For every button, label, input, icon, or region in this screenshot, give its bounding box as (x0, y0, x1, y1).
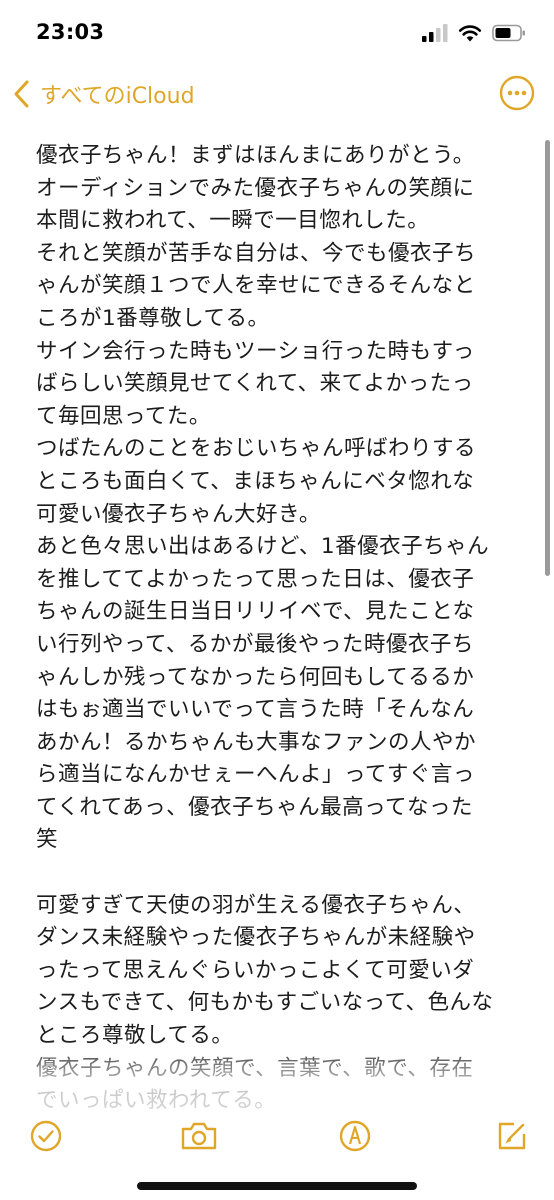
note-line: ところも面白くて、まほちゃんにベタ惚れな (36, 468, 475, 494)
compose-icon (498, 1122, 526, 1150)
nav-bar: すべてのiCloud (0, 72, 554, 124)
battery-icon (492, 24, 525, 42)
status-time: 23:03 (36, 20, 105, 44)
home-indicator (137, 1182, 417, 1190)
note-line: てくれてあっ、優衣子ちゃん最高ってなった (36, 794, 473, 820)
note-line: つばたんのことをおじいちゃん呼ばわりする (36, 436, 477, 462)
chevron-left-icon (14, 80, 29, 108)
status-bar: 23:03 (0, 0, 554, 70)
note-line: て毎回思ってた。 (36, 403, 211, 429)
back-button[interactable]: すべてのiCloud (12, 78, 195, 110)
note-line: ゃんが笑顔１つで人を幸せにできるそんなと (36, 273, 476, 299)
note-line: あかん！るかちゃんも大事なファンの人やか (36, 729, 477, 755)
back-label: すべてのiCloud (40, 84, 195, 109)
markup-button[interactable] (335, 1116, 375, 1156)
note-line: ゃんしか残ってなかったら何回もしてるるか (36, 664, 475, 690)
camera-icon (181, 1122, 217, 1150)
note-line: あと色々思い出はあるけど、1番優衣子ちゃん (36, 534, 490, 560)
note-line: ンスもできて、何もかもすごいなって、色んな (36, 990, 494, 1016)
bottom-toolbar (0, 1116, 554, 1160)
checklist-icon (30, 1120, 62, 1152)
cellular-signal-icon (422, 24, 448, 42)
note-line: 本間に救われて、一瞬で一目惚れした。 (36, 208, 430, 234)
note-line: ら適当になんかせぇーへんよ」ってすぐ言っ (36, 762, 475, 788)
note-line: ダンス未経験やった優衣子ちゃんが未経験や (36, 925, 476, 951)
note-line: ころが1番尊敬してる。 (36, 305, 270, 331)
note-line: 笑 (36, 827, 59, 853)
note-line: それと笑顔が苦手な自分は、今でも優衣子ち (36, 240, 477, 266)
note-line: オーディションでみた優衣子ちゃんの笑顔に (36, 175, 475, 201)
compose-button[interactable] (492, 1116, 532, 1156)
note-line: を推しててよかったって思った日は、優衣子 (36, 566, 475, 592)
note-line: 可愛い優衣子ちゃん大好き。 (36, 501, 321, 527)
note-line: ばらしい笑顔見せてくれて、来てよかったっ (36, 371, 474, 397)
wifi-icon (458, 25, 482, 42)
note-line: 可愛すぎて天使の羽が生える優衣子ちゃん、 (36, 892, 476, 918)
note-line: 優衣子ちゃん！まずはほんまにありがとう。 (36, 143, 475, 168)
scroll-indicator[interactable] (545, 140, 550, 576)
more-button[interactable] (498, 74, 536, 112)
markup-icon (339, 1120, 371, 1152)
note-line: ったって思えんぐらいかっこよくて可愛いダ (36, 957, 475, 983)
checklist-button[interactable] (26, 1116, 66, 1156)
camera-button[interactable] (178, 1116, 218, 1156)
note-line: サイン会行った時もツーショ行った時もすっ (36, 338, 475, 364)
more-icon (499, 75, 535, 111)
status-icons (422, 24, 526, 42)
note-line: ちゃんの誕生日当日リリイベで、見たことな (36, 599, 475, 625)
note-line: はもぉ適当でいいでって言うた時「そんなん (36, 697, 475, 723)
note-body[interactable]: 優衣子ちゃん！まずはほんまにありがとう。 オーディションでみた優衣子ちゃんの笑顔に… (36, 140, 526, 1190)
note-line: い行列やって、るかが最後やった時優衣子ち (36, 631, 474, 657)
note-line (36, 857, 526, 890)
